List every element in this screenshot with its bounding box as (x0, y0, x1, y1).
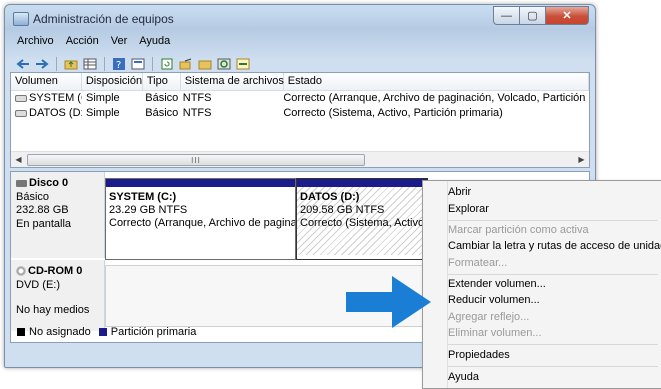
hard-disk-icon (16, 179, 27, 187)
menu-archivo[interactable]: Archivo (17, 35, 54, 53)
disk-status: No hay medios (16, 304, 90, 316)
menu-item-ayuda[interactable]: Ayuda (448, 369, 479, 386)
grid-icon[interactable] (82, 57, 98, 72)
back-arrow-icon[interactable] (15, 57, 31, 72)
maximize-button[interactable]: ▢ (520, 6, 546, 25)
menu-item-reducir[interactable]: Reducir volumen... (448, 292, 540, 309)
primary-partition-band (297, 179, 427, 187)
type-cell: Básico (145, 92, 179, 104)
menu-item-extender[interactable]: Extender volumen... (448, 276, 546, 293)
partition-system[interactable]: SYSTEM (C:) 23.29 GB NTFS Correcto (Arra… (105, 178, 296, 260)
toolbar-divider (104, 57, 105, 71)
legend-primary: Partición primaria (110, 326, 197, 338)
search-icon[interactable] (216, 57, 232, 72)
filesystem-cell: NTFS (182, 92, 212, 104)
menu-ayuda[interactable]: Ayuda (139, 35, 170, 53)
layout-cell: Simple (86, 92, 120, 104)
status-cell: Correcto (Sistema, Activo, Partición pri… (283, 107, 503, 119)
volume-cell: DATOS (D:) (11, 106, 82, 121)
menu-item-explorar[interactable]: Explorar (448, 201, 489, 218)
context-menu: Abrir Explorar Marcar partición como act… (422, 180, 661, 389)
app-icon (13, 12, 29, 26)
column-header-disposicion[interactable]: Disposición (82, 73, 143, 90)
menu-item-propiedades[interactable]: Propiedades (448, 347, 510, 364)
primary-partition-band (106, 179, 295, 187)
legend: No asignado Partición primaria (17, 326, 196, 338)
filesystem-cell: NTFS (182, 107, 212, 119)
volume-table-header: Volumen Disposición Tipo Sistema de arch… (11, 73, 589, 91)
menu-separator (448, 220, 658, 221)
volume-name: SYSTEM (C:) (29, 92, 82, 104)
column-header-tipo[interactable]: Tipo (143, 73, 181, 90)
minimize-button[interactable]: — (493, 6, 520, 25)
table-row[interactable]: SYSTEM (C:) Simple Básico NTFS Correcto … (11, 91, 589, 106)
window-title: Administración de equipos (33, 12, 174, 26)
disk-status: En pantalla (16, 217, 72, 230)
menu-item-formatear: Formatear... (448, 257, 508, 269)
partition-size: 209.58 GB NTFS (300, 204, 385, 216)
menu-item-agregar-reflejo: Agregar reflejo... (448, 311, 530, 323)
window-controls: — ▢ ✕ (493, 6, 589, 25)
svg-text:?: ? (116, 60, 121, 70)
highlight-arrow-icon (346, 276, 431, 328)
column-header-volumen[interactable]: Volumen (11, 73, 82, 90)
volume-cell: SYSTEM (C:) (11, 91, 82, 106)
legend-unallocated: No asignado (29, 326, 91, 338)
close-button[interactable]: ✕ (546, 6, 589, 25)
partition-status: Correcto (Sistema, Activo, P (300, 217, 427, 229)
forward-arrow-icon[interactable] (34, 57, 50, 72)
toolbar-divider (152, 57, 153, 71)
menu-item-eliminar: Eliminar volumen... (448, 327, 542, 339)
export-icon[interactable] (178, 57, 194, 72)
status-cell: Correcto (Arranque, Archivo de paginació… (283, 92, 589, 104)
disk-type: Básico (16, 190, 50, 203)
menu-separator (448, 274, 658, 275)
scroll-right-icon[interactable]: ▶ (574, 152, 589, 167)
refresh-icon[interactable] (159, 57, 175, 72)
up-folder-icon[interactable] (63, 57, 79, 72)
connect-icon[interactable] (235, 57, 251, 72)
menu-item-cambiar-letra[interactable]: Cambiar la letra y rutas de acceso de un… (448, 238, 661, 255)
disk-name: Disco 0 (29, 177, 69, 189)
drive-icon (15, 94, 27, 102)
partition-size: 23.29 GB NTFS (109, 204, 188, 216)
disk-0-info[interactable]: Disco 0 Básico 232.88 GB En pantalla (11, 172, 105, 258)
volume-name: DATOS (D:) (29, 107, 83, 119)
disk-name: CD-ROM 0 (28, 265, 83, 277)
partition-datos[interactable]: DATOS (D:) 209.58 GB NTFS Correcto (Sist… (296, 178, 428, 260)
properties-icon[interactable] (130, 57, 146, 72)
menu-bar: Archivo Acción Ver Ayuda (9, 35, 170, 53)
scrollbar-thumb[interactable]: III (27, 154, 365, 166)
toolbar: ? (9, 54, 591, 74)
menu-item-abrir[interactable]: Abrir (448, 184, 471, 201)
partition-name: SYSTEM (C:) (109, 191, 177, 203)
primary-partition-swatch (98, 328, 107, 336)
type-cell: Básico (145, 107, 179, 119)
partition-name: DATOS (D:) (300, 191, 360, 203)
cd-rom-icon (16, 266, 26, 277)
partition-status: Correcto (Arranque, Archivo de paginaci (109, 217, 295, 229)
column-header-estado[interactable]: Estado (284, 73, 589, 90)
layout-cell: Simple (86, 107, 120, 119)
column-header-sistema-archivos[interactable]: Sistema de archivos (181, 73, 284, 90)
menu-accion[interactable]: Acción (66, 35, 99, 53)
open-icon[interactable] (197, 57, 213, 72)
help-icon[interactable]: ? (111, 57, 127, 72)
title-bar[interactable]: Administración de equipos — ▢ ✕ (5, 5, 595, 31)
menu-separator (448, 366, 658, 367)
cdrom-0-info[interactable]: CD-ROM 0 DVD (E:) No hay medios (11, 260, 105, 331)
menu-separator (448, 344, 658, 345)
disk-size: 232.88 GB (16, 204, 69, 216)
table-row[interactable]: DATOS (D:) Simple Básico NTFS Correcto (… (11, 106, 589, 121)
toolbar-divider (56, 57, 57, 71)
menu-ver[interactable]: Ver (111, 35, 128, 53)
disk-type: DVD (E:) (16, 278, 60, 291)
drive-icon (15, 109, 27, 117)
horizontal-scrollbar[interactable]: ◀ III ▶ (11, 151, 589, 167)
menu-item-marcar-activa: Marcar partición como activa (448, 224, 589, 236)
volume-list-pane: Volumen Disposición Tipo Sistema de arch… (10, 72, 590, 168)
scroll-left-icon[interactable]: ◀ (11, 152, 26, 167)
unallocated-swatch (17, 328, 25, 336)
